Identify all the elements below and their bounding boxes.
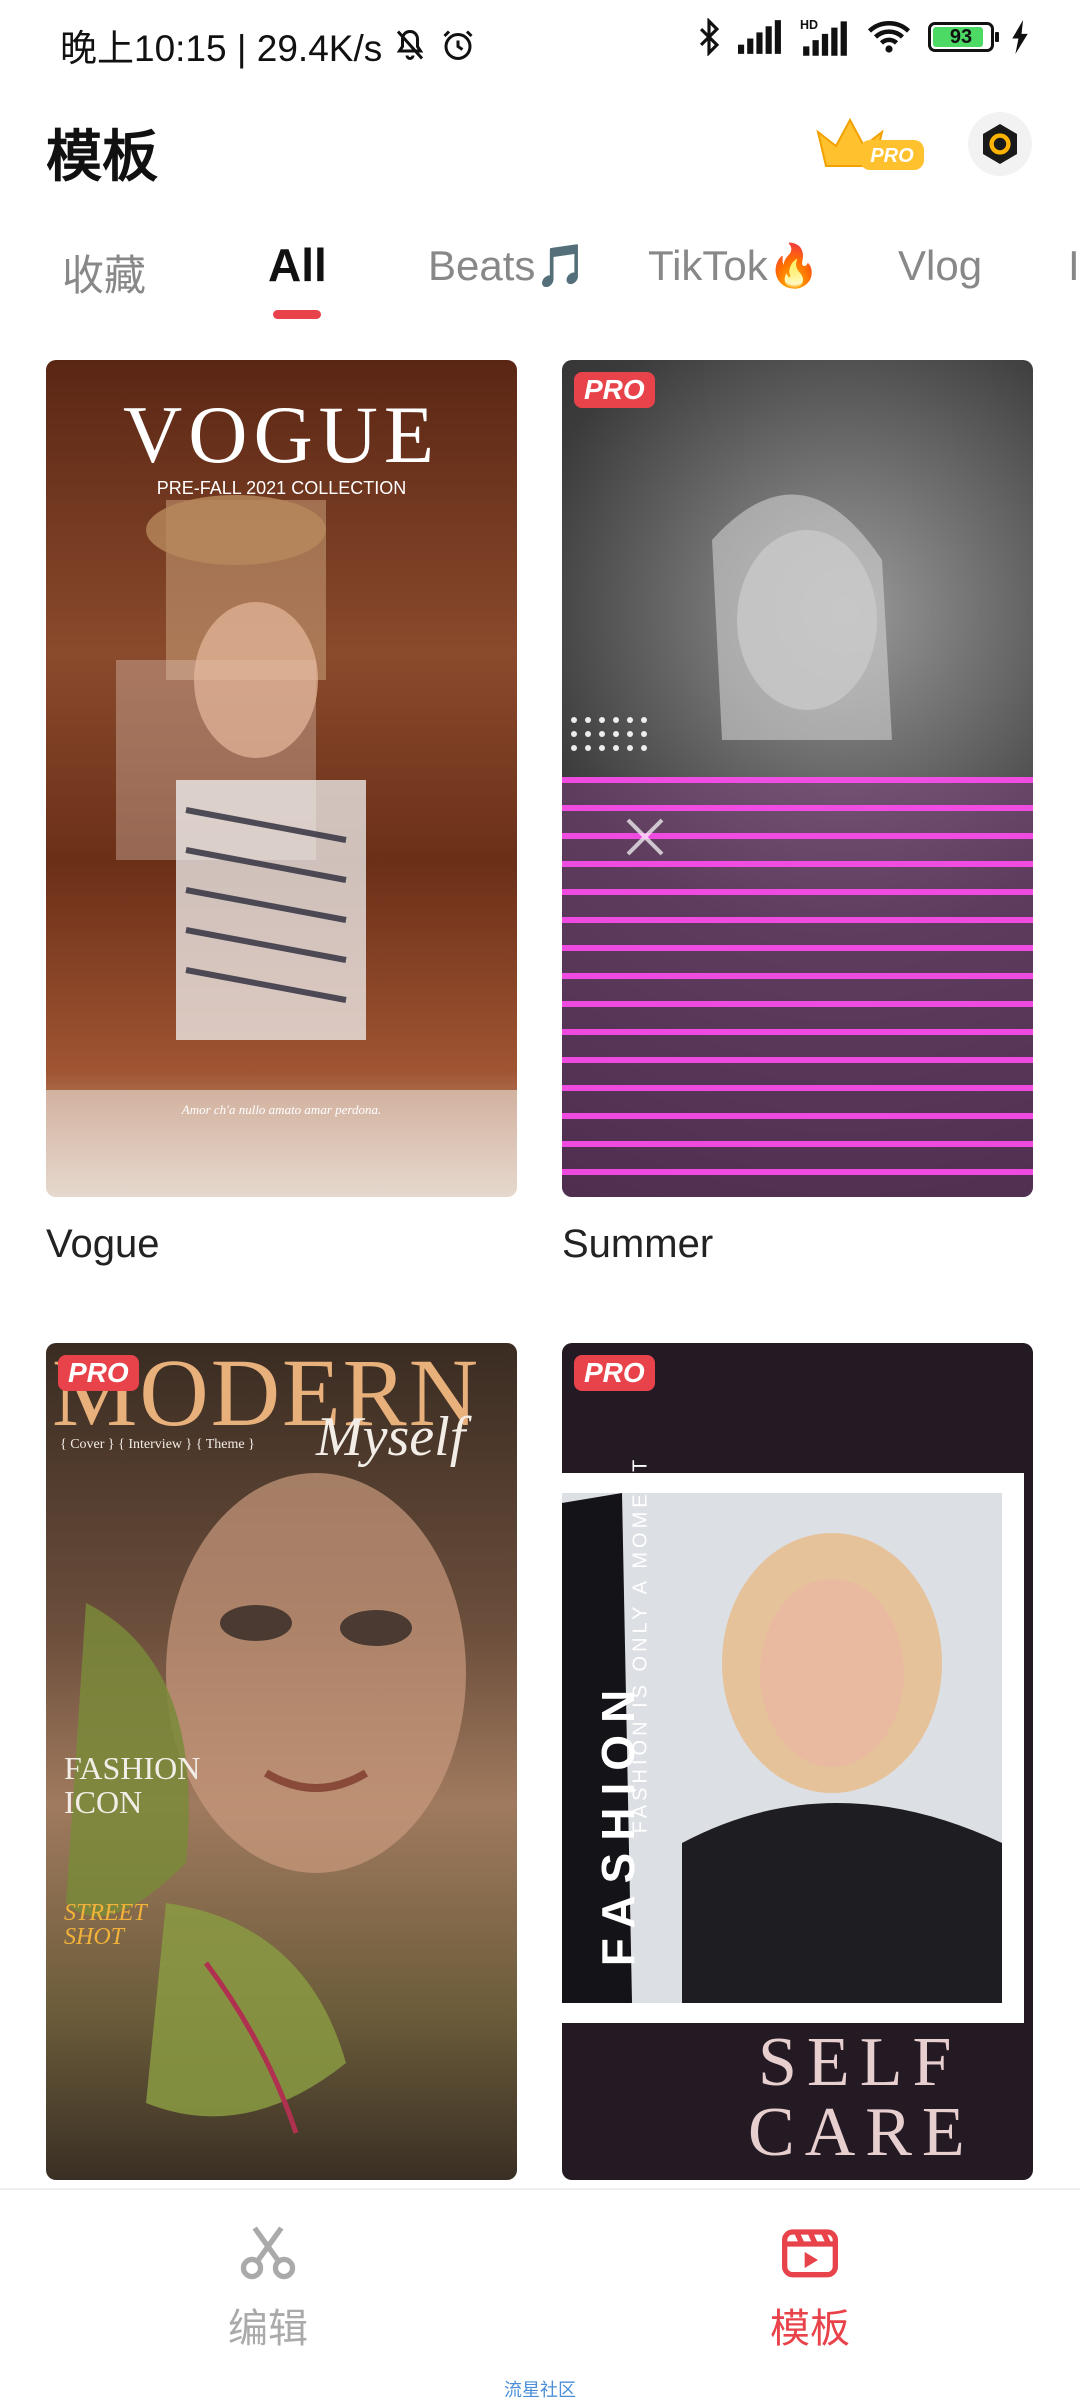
tab-all[interactable]: All (268, 238, 327, 292)
scissors-icon (240, 2226, 296, 2280)
template-thumbnail[interactable]: PRO (562, 360, 1033, 1197)
tab-favorites[interactable]: 收藏 (62, 242, 146, 303)
wifi-icon (866, 19, 912, 55)
fashion-self: SELF (758, 2024, 962, 2101)
status-time-speed: 晚上10:15 | 29.4K/s (60, 28, 383, 69)
battery-icon: 93 (928, 22, 999, 52)
template-thumbnail[interactable]: VOGUE PRE-FALL 2021 COLLECTION Amor ch'a… (46, 360, 517, 1197)
pro-badge: PRO (574, 372, 655, 408)
template-thumbnail[interactable]: FASHION FASHION IS ONLY A MOMENT SELF CA… (562, 1343, 1033, 2180)
category-tabs: 收藏 All Beats🎵 TikTok🔥 Vlog I (0, 230, 1080, 320)
status-right: HD 93 (696, 18, 1030, 56)
template-card-fashion[interactable]: FASHION FASHION IS ONLY A MOMENT SELF CA… (562, 1343, 1033, 2188)
settings-hex-icon (983, 124, 1017, 164)
template-thumbnail[interactable]: MODERN Myself { Cover } { Interview } { … (46, 1343, 517, 2180)
bell-off-icon (390, 25, 430, 65)
pro-crown-label: PRO (870, 145, 914, 167)
modern-menu: { Cover } { Interview } { Theme } (60, 1437, 255, 1452)
signal-icon (738, 20, 784, 54)
modern-street-shot: STREET SHOT (64, 1900, 147, 1950)
nav-edit[interactable]: 编辑 (168, 2220, 368, 2354)
template-card-modern[interactable]: MODERN Myself { Cover } { Interview } { … (46, 1343, 517, 2188)
nav-template-label: 模板 (770, 2307, 850, 2351)
tab-more-partial[interactable]: I (1068, 242, 1080, 290)
battery-level: 93 (949, 25, 973, 48)
summer-stripes-art (562, 494, 1033, 1197)
pro-badge: PRO (58, 1355, 139, 1391)
vogue-subline: PRE-FALL 2021 COLLECTION (156, 478, 407, 498)
bottom-nav: 编辑 模板 (0, 2188, 1080, 2402)
template-card-summer[interactable]: PRO Summer (562, 360, 1033, 1280)
tab-tiktok[interactable]: TikTok🔥 (648, 242, 820, 291)
status-left: 晚上10:15 | 29.4K/s (60, 18, 478, 72)
fashion-vertical-small: FASHION IS ONLY A MOMENT (629, 1455, 652, 1834)
template-card-vogue[interactable]: VOGUE PRE-FALL 2021 COLLECTION Amor ch'a… (46, 360, 517, 1280)
nav-template[interactable]: 模板 (710, 2220, 910, 2354)
charging-icon (1010, 20, 1030, 54)
tab-active-indicator (273, 310, 321, 319)
settings-button[interactable] (968, 112, 1032, 176)
modern-fashion-icon: FASHION ICON (64, 1750, 201, 1820)
vogue-headline: VOGUE (123, 389, 440, 480)
footer-note: 流星社区 (504, 2380, 576, 2400)
tab-vlog[interactable]: Vlog (898, 242, 982, 290)
hd-signal-icon: HD (800, 18, 850, 56)
bluetooth-icon (696, 18, 722, 56)
film-template-icon (782, 2229, 838, 2278)
crown-icon: PRO (816, 117, 924, 170)
page-title: 模板 (46, 125, 158, 188)
svg-text:HD: HD (800, 18, 818, 32)
fashion-care: CARE (748, 2094, 975, 2171)
tab-beats[interactable]: Beats🎵 (428, 242, 588, 291)
pro-badge: PRO (574, 1355, 655, 1391)
nav-edit-label: 编辑 (228, 2307, 308, 2351)
status-bar: 晚上10:15 | 29.4K/s HD 93 (0, 0, 1080, 84)
vogue-caption: Amor ch'a nullo amato amar perdona. (181, 1102, 382, 1117)
template-title: Summer (562, 1222, 714, 1266)
template-title: Vogue (46, 1222, 160, 1266)
modern-script: Myself (316, 1406, 466, 1468)
alarm-icon (438, 25, 478, 65)
pro-crown-button[interactable]: PRO (812, 110, 928, 180)
